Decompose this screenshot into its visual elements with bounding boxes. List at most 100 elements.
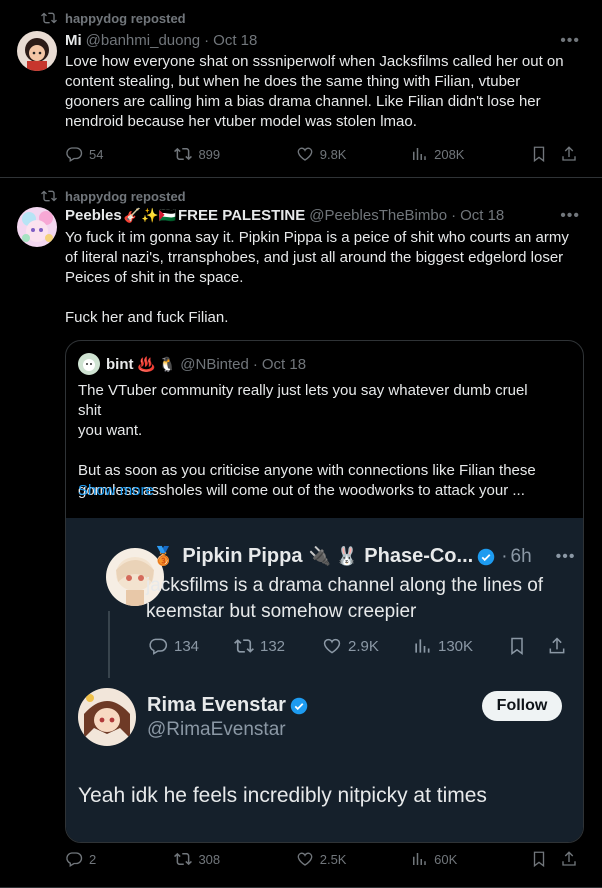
post-text: Love how everyone shat on sssniperwolf w… xyxy=(65,53,564,130)
like-count: 2.5K xyxy=(319,851,347,867)
views-button[interactable]: 208K xyxy=(410,145,530,163)
reply-count: 2 xyxy=(89,851,97,867)
quote-header: bint ♨️ 🐧 @NBinted · Oct 18 xyxy=(78,353,306,375)
author-name-suffix[interactable]: FREE PALESTINE xyxy=(178,207,305,224)
reply-count: 54 xyxy=(89,146,104,162)
media-tweet2-header: Rima Evenstar xyxy=(147,694,308,717)
quote-media-image[interactable]: 🥉 Pipkin Pippa 🔌 🐰 Phase-Co... · 6h ••• … xyxy=(66,518,583,842)
repost-label: happydog reposted xyxy=(65,188,186,204)
quote-name-emoji: ♨️ 🐧 xyxy=(137,355,177,372)
avatar-rima-image xyxy=(78,688,136,746)
like-button[interactable]: 9.8K xyxy=(296,145,410,163)
media-tweet1-header: 🥉 Pipkin Pippa 🔌 🐰 Phase-Co... · 6h ••• xyxy=(150,545,575,568)
like-count: 9.8K xyxy=(319,146,347,162)
quote-author-name[interactable]: bint xyxy=(106,356,134,373)
repost-indicator: happydog reposted xyxy=(41,188,186,204)
action-bar: 2 308 2.5K 60K xyxy=(65,850,584,868)
views-button[interactable]: 60K xyxy=(410,850,530,868)
author-handle[interactable]: @banhmi_duong xyxy=(86,32,200,49)
more-options-icon[interactable]: ••• xyxy=(560,32,580,50)
separator-dot: · xyxy=(204,32,210,49)
repost-button[interactable]: 308 xyxy=(174,850,295,868)
views-count: 60K xyxy=(434,851,458,867)
quoted-post[interactable]: bint ♨️ 🐧 @NBinted · Oct 18 The VTuber c… xyxy=(65,340,584,843)
post-banhmi[interactable]: happydog reposted Mi @banhmi_duong · Oct… xyxy=(0,0,602,178)
media-bookmark xyxy=(507,636,547,656)
avatar[interactable] xyxy=(17,31,57,71)
share-icon xyxy=(549,637,565,654)
repost-count: 899 xyxy=(198,146,221,162)
separator-dot: · xyxy=(451,207,457,224)
more-options-icon[interactable]: ••• xyxy=(560,207,580,225)
author-name[interactable]: Mi xyxy=(65,32,82,49)
avatar[interactable] xyxy=(17,207,57,247)
verified-badge-icon xyxy=(290,697,308,714)
reply-button[interactable]: 2 xyxy=(65,850,174,868)
action-bar: 54 899 9.8K 208K xyxy=(65,145,584,163)
views-icon xyxy=(413,148,426,160)
reply-icon xyxy=(66,147,83,162)
post-header: Peebles 🎸✨🇵🇸 FREE PALESTINE @PeeblesTheB… xyxy=(65,207,504,224)
repost-count: 308 xyxy=(198,851,221,867)
reply-icon xyxy=(149,638,168,655)
name-emoji: 🎸✨🇵🇸 xyxy=(123,207,177,223)
media-views: 130K xyxy=(412,636,507,656)
media-reply-count: 134 xyxy=(174,637,200,655)
media-tweet1-text: jacksfilms is a drama channel along the … xyxy=(146,575,544,622)
medal-icon: 🥉 xyxy=(152,546,175,566)
share-icon xyxy=(562,146,576,161)
author-name[interactable]: Peebles xyxy=(65,207,122,224)
media-tweet1-actions: 134 132 2.9K 130K xyxy=(148,636,573,656)
media-views-count: 130K xyxy=(438,637,474,655)
repost-icon xyxy=(234,639,254,653)
media-like: 2.9K xyxy=(322,636,412,656)
media-tweet2-text: Yeah idk he feels incredibly nitpicky at… xyxy=(78,784,487,807)
repost-button[interactable]: 899 xyxy=(174,145,295,163)
bookmark-button[interactable] xyxy=(530,850,560,868)
media-tweet1-name-emoji: 🔌 🐰 xyxy=(308,546,359,566)
bookmark-icon xyxy=(511,637,523,655)
bookmark-button[interactable] xyxy=(530,145,560,163)
avatar-peebles-image xyxy=(17,207,57,247)
share-icon xyxy=(562,851,576,866)
post-peebles[interactable]: happydog reposted Peebles 🎸✨🇵🇸 FREE PALE… xyxy=(0,178,602,888)
timestamp[interactable]: Oct 18 xyxy=(213,32,257,49)
bookmark-icon xyxy=(534,146,545,163)
author-handle[interactable]: @PeeblesTheBimbo xyxy=(309,207,447,224)
share-button[interactable] xyxy=(560,145,584,163)
reply-icon xyxy=(66,852,83,867)
media-more-icon: ••• xyxy=(555,547,576,565)
repost-indicator: happydog reposted xyxy=(41,10,186,26)
media-follow-button: Follow xyxy=(482,691,562,721)
media-share xyxy=(547,636,573,656)
media-tweet1-name: Pipkin Pippa xyxy=(182,545,303,567)
media-repost-count: 132 xyxy=(260,637,286,655)
post-header: Mi @banhmi_duong · Oct 18 xyxy=(65,32,257,49)
media-tweet2-handle: @RimaEvenstar xyxy=(147,719,286,740)
media-tweet1-time: 6h xyxy=(510,545,532,567)
separator-dot: · xyxy=(252,355,258,373)
media-tweet2-name: Rima Evenstar xyxy=(147,694,286,716)
thread-line xyxy=(108,611,110,678)
verified-badge-icon xyxy=(477,548,495,565)
repost-icon xyxy=(41,190,57,202)
views-icon xyxy=(415,639,430,653)
avatar-bint-image xyxy=(78,353,100,375)
avatar-mi-image xyxy=(17,31,57,71)
bookmark-icon xyxy=(534,851,545,868)
repost-label: happydog reposted xyxy=(65,10,186,26)
post-text: Yo fuck it im gonna say it. Pipkin Pippa… xyxy=(65,229,569,326)
quote-timestamp[interactable]: Oct 18 xyxy=(262,356,306,373)
heart-icon xyxy=(297,147,313,161)
timestamp[interactable]: Oct 18 xyxy=(460,207,504,224)
heart-icon xyxy=(297,852,313,866)
heart-icon xyxy=(323,638,341,654)
like-button[interactable]: 2.5K xyxy=(296,850,410,868)
share-button[interactable] xyxy=(560,850,584,868)
quote-avatar[interactable] xyxy=(78,353,100,375)
quote-author-handle[interactable]: @NBinted xyxy=(180,356,249,373)
media-tweet1-dot: · xyxy=(501,545,508,567)
media-reply: 134 xyxy=(148,636,234,656)
show-more-link[interactable]: Show more xyxy=(78,482,154,499)
reply-button[interactable]: 54 xyxy=(65,145,174,163)
